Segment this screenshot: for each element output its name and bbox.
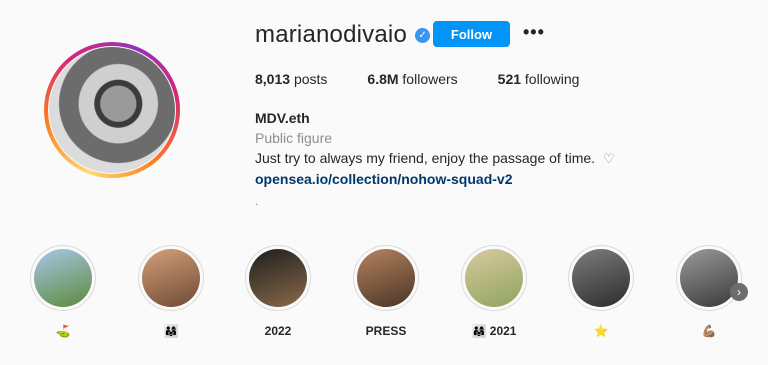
highlight-item[interactable]	[138, 245, 204, 311]
highlight-cover	[680, 249, 738, 307]
profile-bio: MDV.eth Public figure Just try to always…	[255, 108, 615, 189]
highlight-cover	[465, 249, 523, 307]
highlight-label: PRESS	[365, 324, 407, 338]
followers-label: followers	[402, 71, 458, 87]
highlight-ring	[30, 245, 96, 311]
highlight-item[interactable]	[568, 245, 634, 311]
verified-badge-icon: ✓	[415, 27, 431, 43]
bio-link[interactable]: opensea.io/collection/nohow-squad-v2	[255, 169, 615, 189]
highlight-cover	[357, 249, 415, 307]
chevron-right-icon[interactable]: ›	[730, 283, 748, 301]
profile-stats: 8,013 posts 6.8M followers 521 following	[255, 71, 619, 87]
bio-text: Just try to always my friend, enjoy the …	[255, 150, 596, 166]
highlight-ring	[676, 245, 742, 311]
highlight-ring	[138, 245, 204, 311]
bio-category: Public figure	[255, 130, 333, 146]
highlight-cover	[249, 249, 307, 307]
highlight-label: 👨‍👩‍👧 2021	[471, 324, 517, 338]
profile-header: marianodivaio ✓	[255, 21, 431, 48]
highlight-label: ⛳	[55, 324, 71, 338]
more-options-icon[interactable]: •••	[523, 22, 545, 43]
highlight-cover	[572, 249, 630, 307]
profile-avatar[interactable]	[49, 47, 175, 173]
highlight-label: 2022	[264, 324, 292, 338]
highlight-cover	[142, 249, 200, 307]
highlight-cover	[34, 249, 92, 307]
following-label: following	[524, 71, 580, 87]
bio-extra: .	[255, 194, 259, 208]
followers-count: 6.8M	[367, 71, 399, 87]
highlight-item[interactable]	[676, 245, 742, 311]
highlight-item[interactable]	[461, 245, 527, 311]
highlight-label: 👨‍👩‍👧	[163, 324, 179, 338]
heart-icon: ♡	[602, 151, 615, 166]
following-stat[interactable]: 521 following	[498, 71, 580, 87]
followers-stat[interactable]: 6.8M followers	[367, 71, 457, 87]
profile-avatar-ring[interactable]	[44, 42, 180, 178]
highlight-ring	[245, 245, 311, 311]
highlight-label: ⭐	[593, 324, 609, 338]
bio-name: MDV.eth	[255, 110, 310, 126]
highlight-item[interactable]	[353, 245, 419, 311]
username: marianodivaio	[255, 21, 408, 48]
follow-button[interactable]: Follow	[433, 21, 510, 47]
posts-count: 8,013	[255, 71, 291, 87]
highlight-item[interactable]	[245, 245, 311, 311]
bio-text-line: Just try to always my friend, enjoy the …	[255, 148, 615, 169]
following-count: 521	[497, 71, 522, 87]
highlight-ring	[353, 245, 419, 311]
highlight-label: 💪🏽	[701, 324, 717, 338]
highlight-ring	[568, 245, 634, 311]
highlight-item[interactable]	[30, 245, 96, 311]
posts-label: posts	[293, 71, 328, 87]
highlight-ring	[461, 245, 527, 311]
posts-stat: 8,013 posts	[255, 71, 327, 87]
